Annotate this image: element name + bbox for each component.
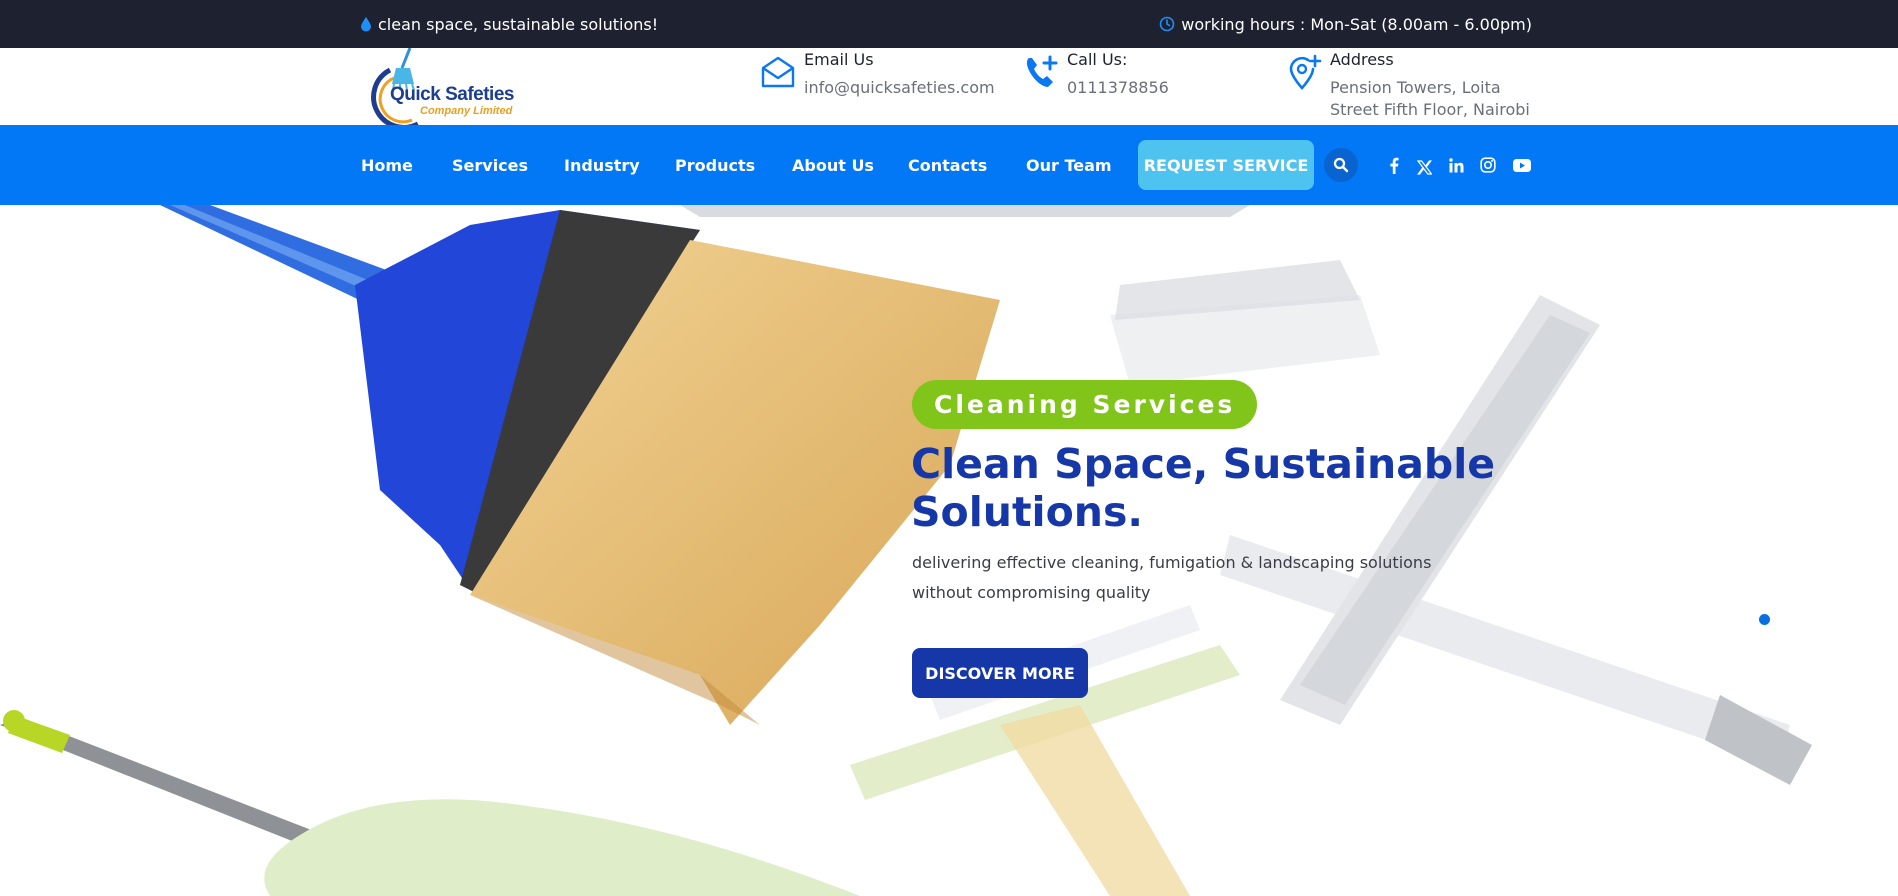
hero-badge: Cleaning Services	[912, 380, 1258, 429]
hero-description: delivering effective cleaning, fumigatio…	[912, 553, 1432, 602]
working-hours-group: working hours : Mon-Sat (8.00am - 6.00pm…	[1159, 0, 1532, 48]
nav-item-industry[interactable]: Industry	[564, 125, 640, 205]
nav-item-home[interactable]: Home	[361, 125, 413, 205]
hero-title: Clean Space, Sustainable Solutions.	[911, 440, 1496, 536]
logo-subtitle: Company Limited	[420, 105, 513, 117]
logo-name: Quick Safeties	[390, 84, 514, 105]
facebook-icon[interactable]	[1382, 153, 1406, 177]
main-nav: Home Services Industry Products About Us…	[0, 125, 1898, 205]
working-hours-text: working hours : Mon-Sat (8.00am - 6.00pm…	[1181, 14, 1532, 34]
phone-title: Call Us:	[1067, 50, 1128, 69]
request-service-button[interactable]: REQUEST SERVICE	[1138, 140, 1314, 190]
location-pin-plus-icon	[1289, 54, 1322, 90]
instagram-icon[interactable]	[1476, 153, 1500, 177]
address-line-1: Pension Towers, Loita	[1330, 78, 1501, 97]
tagline-text: clean space, sustainable solutions!	[378, 14, 659, 34]
water-drop-icon	[361, 17, 371, 32]
nav-item-products[interactable]: Products	[675, 125, 755, 205]
email-value[interactable]: info@quicksafeties.com	[804, 77, 995, 99]
nav-item-contacts[interactable]: Contacts	[908, 125, 987, 205]
youtube-icon[interactable]	[1510, 153, 1534, 177]
envelope-icon	[761, 56, 795, 88]
tagline-group: clean space, sustainable solutions!	[360, 0, 658, 48]
address-line-2: Street Fifth Floor, Nairobi	[1330, 100, 1530, 119]
discover-more-button[interactable]: DISCOVER MORE	[912, 648, 1088, 698]
linkedin-icon[interactable]	[1444, 153, 1468, 177]
address-title: Address	[1330, 50, 1394, 69]
x-twitter-icon[interactable]	[1412, 155, 1436, 179]
email-title: Email Us	[804, 50, 874, 69]
header: Quick Safeties Company Limited Email Us …	[0, 48, 1898, 125]
search-icon	[1333, 157, 1349, 173]
nav-item-services[interactable]: Services	[452, 125, 528, 205]
top-bar: clean space, sustainable solutions! work…	[0, 0, 1898, 48]
slider-dot-active[interactable]	[1759, 614, 1770, 625]
nav-item-about-us[interactable]: About Us	[792, 125, 874, 205]
phone-value[interactable]: 0111378856	[1067, 77, 1169, 99]
phone-plus-icon	[1026, 55, 1058, 87]
clock-icon	[1159, 16, 1175, 32]
search-button[interactable]	[1324, 148, 1358, 182]
company-logo[interactable]: Quick Safeties Company Limited	[360, 48, 520, 125]
nav-item-our-team[interactable]: Our Team	[1026, 125, 1112, 205]
hero-section: Cleaning Services Clean Space, Sustainab…	[0, 205, 1898, 896]
